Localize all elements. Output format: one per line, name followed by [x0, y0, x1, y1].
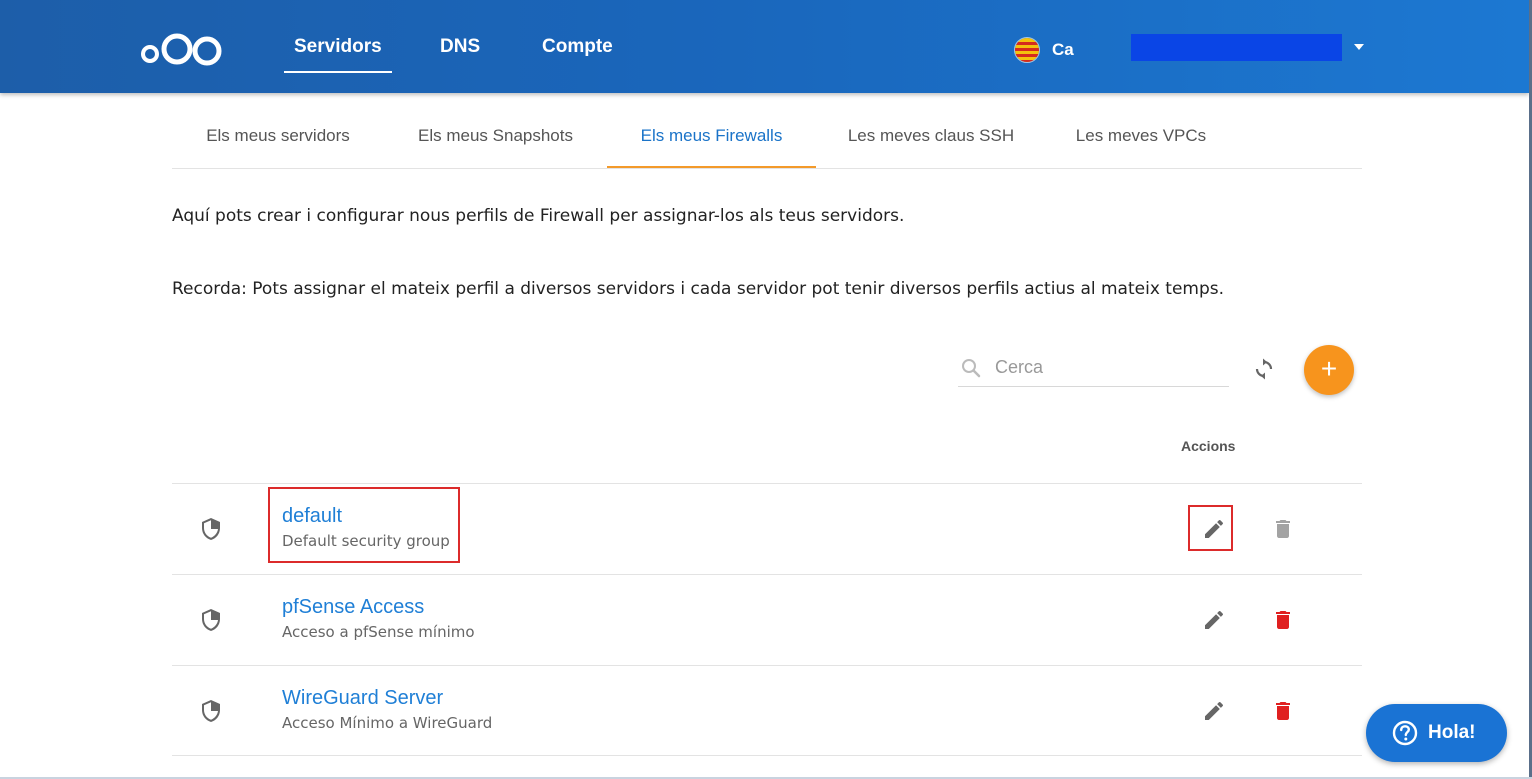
user-menu[interactable] [1131, 34, 1342, 61]
trash-icon[interactable] [1271, 699, 1295, 723]
pencil-icon[interactable] [1202, 699, 1226, 723]
refresh-icon[interactable] [1252, 357, 1276, 381]
intro-text: Aquí pots crear i configurar nous perfil… [172, 206, 905, 226]
catalan-flag-icon [1014, 37, 1040, 63]
shield-icon [202, 700, 220, 722]
search-input[interactable] [995, 353, 1225, 381]
trash-icon [1276, 520, 1290, 538]
tab-vpcs[interactable]: Les meves VPCs [1046, 112, 1236, 168]
trash-icon[interactable] [1271, 608, 1295, 632]
caret-down-icon[interactable] [1352, 40, 1366, 54]
plus-icon: + [1320, 353, 1338, 384]
nextcloud-logo-icon[interactable] [140, 30, 224, 68]
chat-button[interactable]: Hola! [1366, 704, 1507, 762]
firewall-name[interactable]: default [282, 505, 342, 528]
language-selector[interactable]: Ca [1014, 37, 1074, 63]
nav-compte[interactable]: Compte [542, 36, 613, 76]
question-circle-icon [1392, 720, 1418, 746]
nav-dns[interactable]: DNS [440, 36, 480, 76]
shield-icon [202, 518, 220, 540]
add-firewall-button[interactable]: + [1304, 345, 1354, 395]
firewall-description: Acceso a pfSense mínimo [282, 623, 475, 641]
tab-firewalls[interactable]: Els meus Firewalls [607, 112, 816, 168]
firewall-description: Acceso Mínimo a WireGuard [282, 714, 493, 732]
firewall-name[interactable]: pfSense Access [282, 596, 424, 619]
tab-claus-ssh[interactable]: Les meves claus SSH [816, 112, 1046, 168]
table-row: pfSense Access Acceso a pfSense mínimo [172, 574, 1362, 665]
language-label: Ca [1052, 40, 1074, 59]
firewall-name[interactable]: WireGuard Server [282, 687, 443, 710]
table-row: WireGuard Server Acceso Mínimo a WireGua… [172, 665, 1362, 756]
chat-label: Hola! [1428, 722, 1476, 743]
reminder-text: Recorda: Pots assignar el mateix perfil … [172, 279, 1225, 299]
firewall-description: Default security group [282, 532, 450, 550]
table-row: default Default security group [172, 483, 1362, 574]
search-icon [962, 359, 981, 378]
shield-icon [202, 609, 220, 631]
actions-column-header: Accions [1181, 438, 1236, 454]
pencil-icon[interactable] [1202, 608, 1226, 632]
top-navbar: Servidors DNS Compte Ca [0, 0, 1529, 93]
nav-servidors[interactable]: Servidors [284, 36, 392, 76]
tab-snapshots[interactable]: Els meus Snapshots [384, 112, 607, 168]
section-tabs: Els meus servidors Els meus Snapshots El… [172, 112, 1362, 169]
tab-servidors[interactable]: Els meus servidors [172, 112, 384, 168]
pencil-icon[interactable] [1202, 517, 1226, 541]
search-box [958, 349, 1229, 387]
